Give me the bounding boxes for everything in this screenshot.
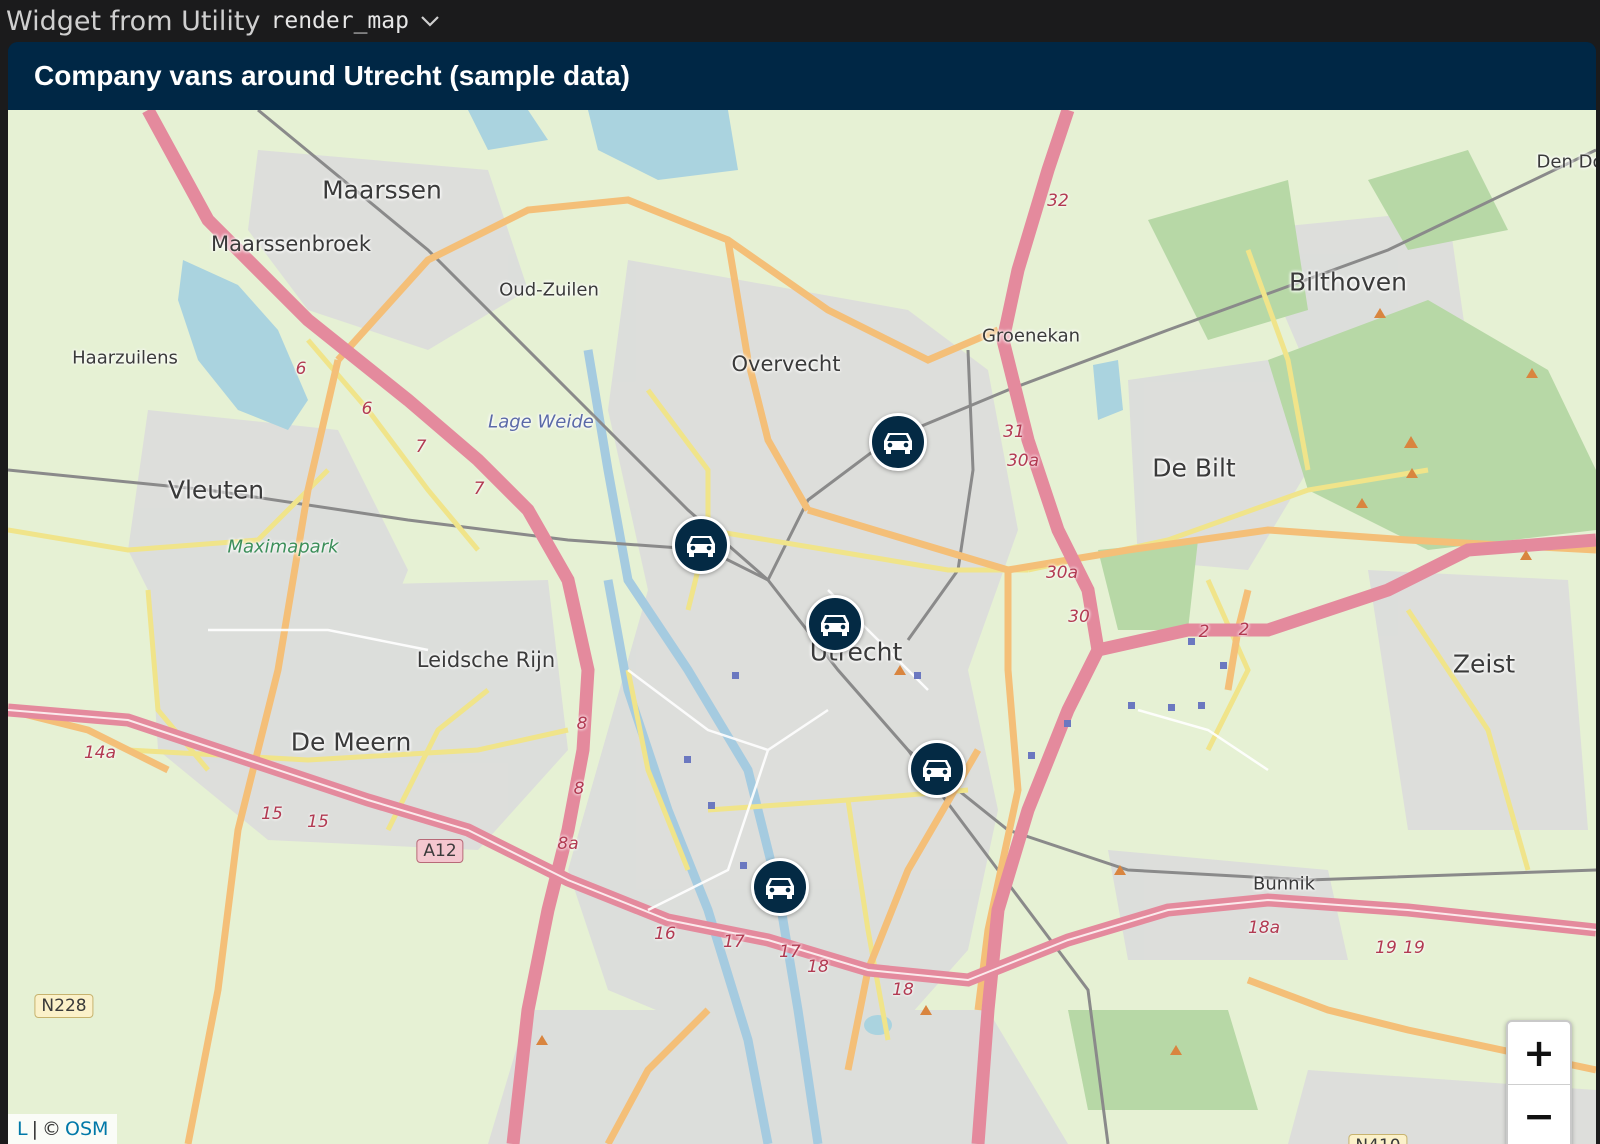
place-label-de-meern: De Meern <box>290 727 412 757</box>
road-number: 18 <box>892 980 914 1000</box>
road-number: 31 <box>1003 422 1025 442</box>
road-number: 30a <box>1045 563 1079 583</box>
car-icon <box>884 433 912 454</box>
road-number: 19 <box>1403 938 1425 958</box>
road-number: 7 <box>473 479 485 499</box>
place-label-maarssen: Maarssen <box>322 175 442 205</box>
widget-header: Company vans around Utrecht (sample data… <box>8 42 1596 110</box>
window-title-prefix: Widget from Utility <box>6 5 261 37</box>
map-attribution: L | © OSM <box>8 1114 118 1144</box>
car-icon <box>821 615 849 636</box>
chevron-down-icon[interactable] <box>419 10 441 32</box>
map-widget: Company vans around Utrecht (sample data… <box>8 42 1596 1144</box>
zoom-control: + − <box>1506 1020 1572 1144</box>
road-number: 32 <box>1047 191 1069 211</box>
car-icon <box>687 536 715 557</box>
road-shield-a12: A12 <box>416 839 464 863</box>
map-basemap <box>8 110 1596 1144</box>
road-shield-n410: N410 <box>1348 1134 1408 1144</box>
window-titlebar: Widget from Utility render_map <box>0 0 1600 42</box>
osm-link[interactable]: OSM <box>65 1118 108 1140</box>
place-label-de-bilt: De Bilt <box>1152 453 1236 483</box>
van-marker[interactable] <box>672 516 730 574</box>
zoom-in-button[interactable]: + <box>1508 1022 1570 1085</box>
road-number: 30 <box>1068 607 1090 627</box>
van-marker[interactable] <box>751 858 809 916</box>
place-label-overvecht: Overvecht <box>731 352 841 376</box>
place-label-vleuten: Vleuten <box>167 475 265 505</box>
road-number: 8 <box>573 779 585 799</box>
road-number: 18a <box>1247 918 1281 938</box>
map-canvas[interactable]: Maarssen Maarssenbroek Oud-Zuilen Haarzu… <box>8 110 1596 1144</box>
van-marker[interactable] <box>869 413 927 471</box>
place-label-haarzuilens: Haarzuilens <box>72 347 178 369</box>
road-number: 16 <box>654 924 676 944</box>
road-number: 17 <box>723 932 745 952</box>
road-number: 6 <box>361 399 373 419</box>
road-number: 30a <box>1006 451 1040 471</box>
place-label-bunnik: Bunnik <box>1253 873 1315 895</box>
place-label-den-dolder: Den Do <box>1536 151 1596 173</box>
widget-title: Company vans around Utrecht (sample data… <box>34 60 630 91</box>
road-number: 15 <box>261 804 283 824</box>
road-number: 14a <box>83 743 117 763</box>
place-label-groenekan: Groenekan <box>981 325 1081 347</box>
road-number: 6 <box>295 359 307 379</box>
road-number: 2 <box>1198 622 1210 642</box>
place-label-leidsche-rijn: Leidsche Rijn <box>416 648 556 672</box>
place-label-bilthoven: Bilthoven <box>1288 267 1408 297</box>
van-marker[interactable] <box>908 740 966 798</box>
attribution-separator: | <box>31 1118 38 1140</box>
road-number: 15 <box>307 812 329 832</box>
leaflet-link[interactable]: L <box>17 1118 28 1140</box>
road-number: 2 <box>1238 620 1250 640</box>
road-number: 8a <box>557 834 579 854</box>
zoom-out-button[interactable]: − <box>1508 1085 1570 1144</box>
copyright-symbol: © <box>42 1118 61 1140</box>
tool-name: render_map <box>270 8 409 34</box>
place-label-maximapark: Maximapark <box>227 536 339 558</box>
place-label-maarssenbroek: Maarssenbroek <box>210 232 372 256</box>
road-number: 17 <box>779 942 801 962</box>
place-label-oud-zuilen: Oud-Zuilen <box>499 279 599 301</box>
van-marker[interactable] <box>806 595 864 653</box>
road-number: 7 <box>415 437 427 457</box>
place-label-lage-weide: Lage Weide <box>488 411 594 433</box>
car-icon <box>766 878 794 899</box>
place-label-zeist: Zeist <box>1452 649 1516 679</box>
road-shield-n228: N228 <box>34 994 94 1018</box>
car-icon <box>923 760 951 781</box>
road-number: 18 <box>807 957 829 977</box>
road-number: 19 <box>1375 938 1397 958</box>
road-number: 8 <box>576 714 588 734</box>
